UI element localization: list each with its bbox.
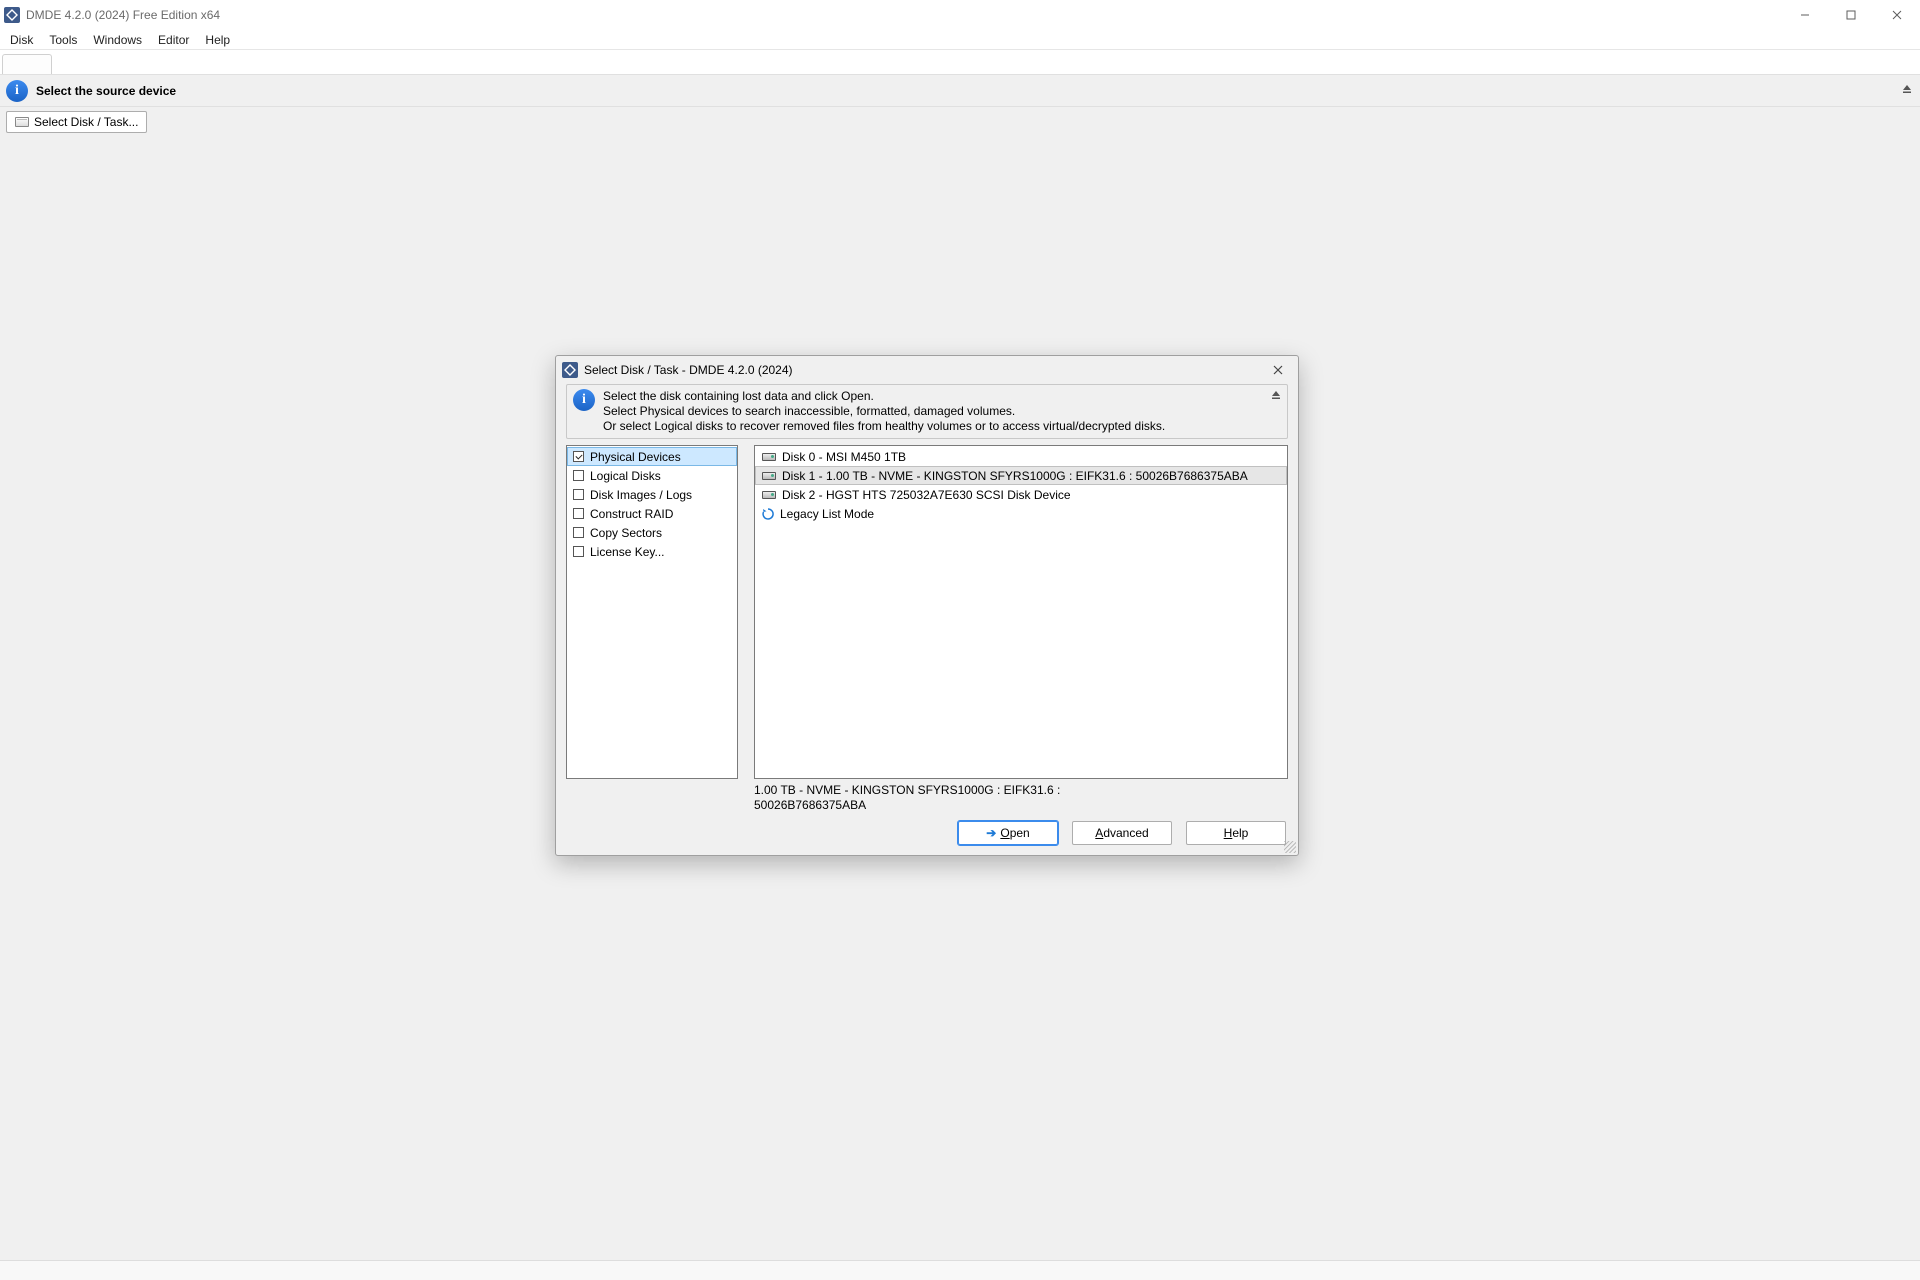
- close-button[interactable]: [1874, 0, 1920, 30]
- open-button[interactable]: ➔ Open: [958, 821, 1058, 845]
- eject-icon[interactable]: [1271, 389, 1281, 403]
- task-item[interactable]: Disk Images / Logs: [567, 485, 737, 504]
- dialog-button-row: ➔ Open Advanced Help: [556, 813, 1298, 855]
- dialog-close-button[interactable]: [1262, 359, 1294, 381]
- task-label: Disk Images / Logs: [590, 488, 692, 502]
- legacy-list-mode-item[interactable]: Legacy List Mode: [755, 504, 1287, 523]
- select-disk-task-label: Select Disk / Task...: [34, 115, 138, 129]
- checkbox-icon[interactable]: [573, 527, 584, 538]
- hint-bar: i Select the source device: [0, 75, 1920, 107]
- info-icon: i: [6, 80, 28, 102]
- eject-icon[interactable]: [1902, 83, 1912, 93]
- info-line: Select Physical devices to search inacce…: [603, 404, 1165, 419]
- task-label: License Key...: [590, 545, 664, 559]
- checkbox-icon[interactable]: [573, 546, 584, 557]
- app-title: DMDE 4.2.0 (2024) Free Edition x64: [26, 8, 220, 22]
- device-item[interactable]: Disk 2 - HGST HTS 725032A7E630 SCSI Disk…: [755, 485, 1287, 504]
- device-item[interactable]: Disk 1 - 1.00 TB - NVME - KINGSTON SFYRS…: [755, 466, 1287, 485]
- advanced-button[interactable]: Advanced: [1072, 821, 1172, 845]
- task-item[interactable]: Physical Devices: [567, 447, 737, 466]
- toolbar: Select Disk / Task...: [0, 107, 1920, 141]
- checkbox-icon[interactable]: [573, 470, 584, 481]
- menubar: Disk Tools Windows Editor Help: [0, 30, 1920, 50]
- device-label: Disk 2 - HGST HTS 725032A7E630 SCSI Disk…: [782, 488, 1071, 502]
- task-item[interactable]: Construct RAID: [567, 504, 737, 523]
- info-line: Or select Logical disks to recover remov…: [603, 419, 1165, 434]
- device-label: Disk 1 - 1.00 TB - NVME - KINGSTON SFYRS…: [782, 469, 1248, 483]
- status-bar: [0, 1260, 1920, 1280]
- arrow-right-icon: ➔: [986, 826, 996, 840]
- menu-help[interactable]: Help: [197, 32, 238, 48]
- dialog-titlebar[interactable]: Select Disk / Task - DMDE 4.2.0 (2024): [556, 356, 1298, 384]
- help-button[interactable]: Help: [1186, 821, 1286, 845]
- menu-editor[interactable]: Editor: [150, 32, 197, 48]
- device-item[interactable]: Disk 0 - MSI M450 1TB: [755, 447, 1287, 466]
- refresh-icon: [762, 508, 774, 520]
- empty-tab[interactable]: [2, 54, 52, 74]
- menu-disk[interactable]: Disk: [2, 32, 41, 48]
- dialog-info-text: Select the disk containing lost data and…: [603, 389, 1165, 434]
- app-icon: [4, 7, 20, 23]
- dialog-info-panel: i Select the disk containing lost data a…: [566, 384, 1288, 439]
- task-label: Copy Sectors: [590, 526, 662, 540]
- minimize-button[interactable]: [1782, 0, 1828, 30]
- selected-device-description: 1.00 TB - NVME - KINGSTON SFYRS1000G : E…: [754, 779, 1288, 813]
- task-label: Physical Devices: [590, 450, 681, 464]
- keyboard-icon: [15, 117, 29, 127]
- maximize-button[interactable]: [1828, 0, 1874, 30]
- titlebar[interactable]: DMDE 4.2.0 (2024) Free Edition x64: [0, 0, 1920, 30]
- app-icon: [562, 362, 578, 378]
- task-item[interactable]: Copy Sectors: [567, 523, 737, 542]
- checkbox-icon[interactable]: [573, 508, 584, 519]
- hdd-icon: [762, 453, 776, 461]
- menu-windows[interactable]: Windows: [85, 32, 150, 48]
- dialog-title: Select Disk / Task - DMDE 4.2.0 (2024): [584, 363, 793, 377]
- resize-grip[interactable]: [1284, 841, 1296, 853]
- task-label: Logical Disks: [590, 469, 661, 483]
- device-label: Legacy List Mode: [780, 507, 874, 521]
- device-list[interactable]: Disk 0 - MSI M450 1TB Disk 1 - 1.00 TB - …: [754, 445, 1288, 779]
- task-label: Construct RAID: [590, 507, 673, 521]
- document-tab-strip: [0, 50, 1920, 75]
- checkbox-icon[interactable]: [573, 489, 584, 500]
- task-item[interactable]: Logical Disks: [567, 466, 737, 485]
- hdd-icon: [762, 491, 776, 499]
- hdd-icon: [762, 472, 776, 480]
- task-list[interactable]: Physical Devices Logical Disks Disk Imag…: [566, 445, 738, 779]
- info-icon: i: [573, 389, 595, 411]
- select-disk-task-button[interactable]: Select Disk / Task...: [6, 111, 147, 133]
- device-label: Disk 0 - MSI M450 1TB: [782, 450, 906, 464]
- task-item[interactable]: License Key...: [567, 542, 737, 561]
- select-disk-dialog: Select Disk / Task - DMDE 4.2.0 (2024) i…: [555, 355, 1299, 856]
- checkbox-icon[interactable]: [573, 451, 584, 462]
- hint-text: Select the source device: [36, 84, 176, 98]
- menu-tools[interactable]: Tools: [41, 32, 85, 48]
- info-line: Select the disk containing lost data and…: [603, 389, 1165, 404]
